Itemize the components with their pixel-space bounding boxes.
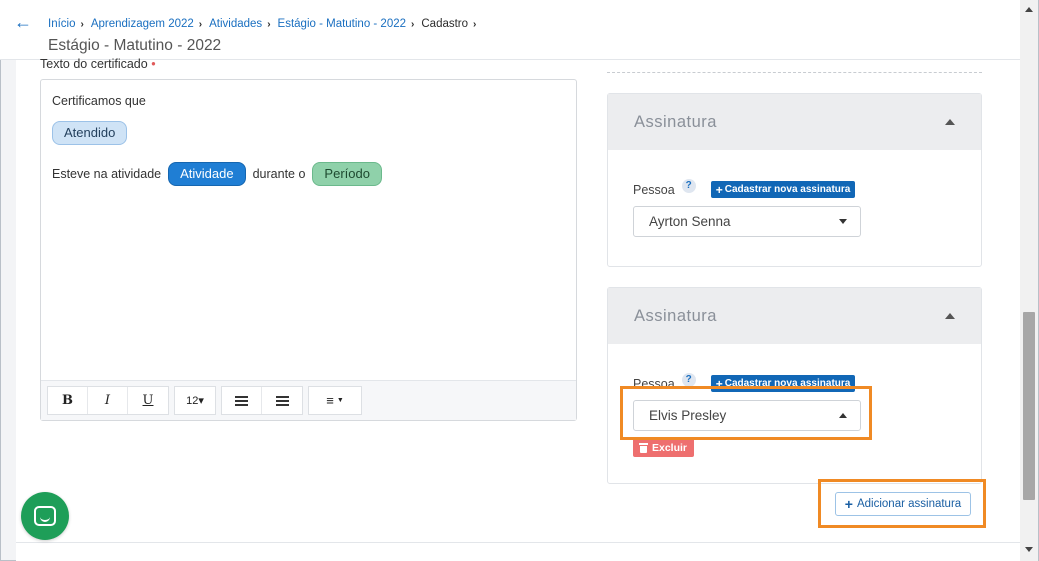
plus-icon: + (844, 496, 853, 512)
help-icon[interactable]: ? (681, 373, 696, 387)
editor-text: durante o (252, 167, 306, 181)
italic-button[interactable]: I (88, 387, 128, 414)
list-group (221, 386, 303, 415)
numbered-list-icon (275, 395, 289, 406)
font-size-group: 12▾ (174, 386, 216, 415)
certificate-label-text: Texto do certificado (40, 57, 148, 71)
pessoa-row: Pessoa ? + Cadastrar nova assinatura (633, 373, 856, 392)
page-header: ← Início › Aprendizagem 2022 › Atividade… (0, 0, 1020, 60)
add-signature-label: Adicionar assinatura (856, 498, 962, 510)
pessoa-label: Pessoa (633, 182, 675, 197)
editor-content[interactable]: Certificamos que Atendido Esteve na ativ… (41, 80, 576, 380)
plus-icon: + (715, 376, 723, 391)
scrollbar-thumb[interactable] (1023, 312, 1035, 500)
pessoa-select[interactable]: Elvis Presley (633, 400, 861, 431)
trash-icon (639, 442, 648, 453)
arrow-left-icon[interactable]: ← (14, 12, 32, 32)
certificate-editor[interactable]: Certificamos que Atendido Esteve na ativ… (40, 79, 577, 421)
pessoa-label: Pessoa (633, 376, 675, 391)
scroll-up-icon[interactable] (1025, 7, 1033, 12)
chevron-right-icon: › (267, 18, 271, 30)
font-size-button[interactable]: 12▾ (175, 387, 215, 414)
new-signature-label: Cadastrar nova assinatura (724, 184, 851, 195)
chevron-right-icon: › (80, 18, 84, 30)
divider (607, 72, 982, 73)
divider (16, 542, 1020, 543)
signature-card-header[interactable]: Assinatura (608, 94, 981, 150)
align-group: ≡ ▼ (308, 386, 362, 415)
chat-button[interactable] (21, 492, 69, 540)
certificate-text-label: Texto do certificado • (40, 57, 156, 71)
delete-signature-button[interactable]: Excluir (633, 438, 695, 457)
chevron-right-icon: › (198, 18, 203, 30)
editor-toolbar: B I U 12▾ ≡ ▼ (41, 380, 576, 420)
scroll-down-icon[interactable] (1025, 547, 1033, 552)
collapse-icon[interactable] (945, 119, 955, 125)
chat-icon (34, 506, 56, 526)
attendee-tag[interactable]: Atendido (52, 121, 128, 145)
new-signature-button[interactable]: + Cadastrar nova assinatura (710, 181, 856, 198)
page-title: Estágio - Matutino - 2022 (48, 37, 222, 54)
chevron-right-icon: › (411, 18, 415, 30)
signature-title: Assinatura (634, 112, 717, 131)
pessoa-select-value: Ayrton Senna (649, 214, 731, 229)
chevron-down-icon (839, 219, 847, 224)
new-signature-label: Cadastrar nova assinatura (724, 378, 851, 389)
required-mark: • (151, 57, 156, 71)
align-button[interactable]: ≡ ▼ (309, 387, 361, 414)
align-left-icon: ≡ (326, 393, 334, 408)
numbered-list-button[interactable] (262, 387, 302, 414)
caret-down-icon: ▼ (336, 397, 344, 404)
format-group: B I U (47, 386, 169, 415)
breadcrumb-atividades[interactable]: Atividades (209, 18, 262, 30)
scrollbar[interactable] (1020, 0, 1038, 561)
editor-line: Certificamos que (52, 94, 146, 108)
signature-title: Assinatura (634, 306, 717, 325)
signature-card-2: Assinatura Pessoa ? + Cadastrar nova ass… (607, 287, 982, 484)
editor-text: Esteve na atividade (52, 167, 162, 181)
breadcrumb-aprendizagem[interactable]: Aprendizagem 2022 (91, 18, 194, 30)
pessoa-select-value: Elvis Presley (649, 408, 727, 423)
new-signature-button[interactable]: + Cadastrar nova assinatura (710, 375, 856, 392)
period-tag[interactable]: Período (312, 162, 382, 186)
breadcrumb-estagio[interactable]: Estágio - Matutino - 2022 (278, 18, 407, 30)
signature-card-header[interactable]: Assinatura (608, 288, 981, 344)
bullet-list-button[interactable] (222, 387, 262, 414)
delete-label: Excluir (652, 441, 688, 454)
underline-button[interactable]: U (128, 387, 168, 414)
plus-icon: + (715, 182, 723, 197)
chevron-up-icon (839, 413, 847, 418)
pessoa-select[interactable]: Ayrton Senna (633, 206, 861, 237)
breadcrumb: Início › Aprendizagem 2022 › Atividades … (48, 18, 483, 30)
activity-tag[interactable]: Atividade (168, 162, 246, 186)
collapse-icon[interactable] (945, 313, 955, 319)
signature-card-1: Assinatura Pessoa ? + Cadastrar nova ass… (607, 93, 982, 267)
bold-button[interactable]: B (48, 387, 88, 414)
chevron-right-icon: › (473, 18, 477, 30)
breadcrumb-cadastro: Cadastro (421, 18, 469, 30)
add-signature-button[interactable]: + Adicionar assinatura (835, 492, 971, 516)
breadcrumb-inicio[interactable]: Início (48, 18, 76, 30)
help-icon[interactable]: ? (681, 179, 696, 193)
pessoa-row: Pessoa ? + Cadastrar nova assinatura (633, 179, 856, 198)
bullet-list-icon (235, 395, 248, 406)
